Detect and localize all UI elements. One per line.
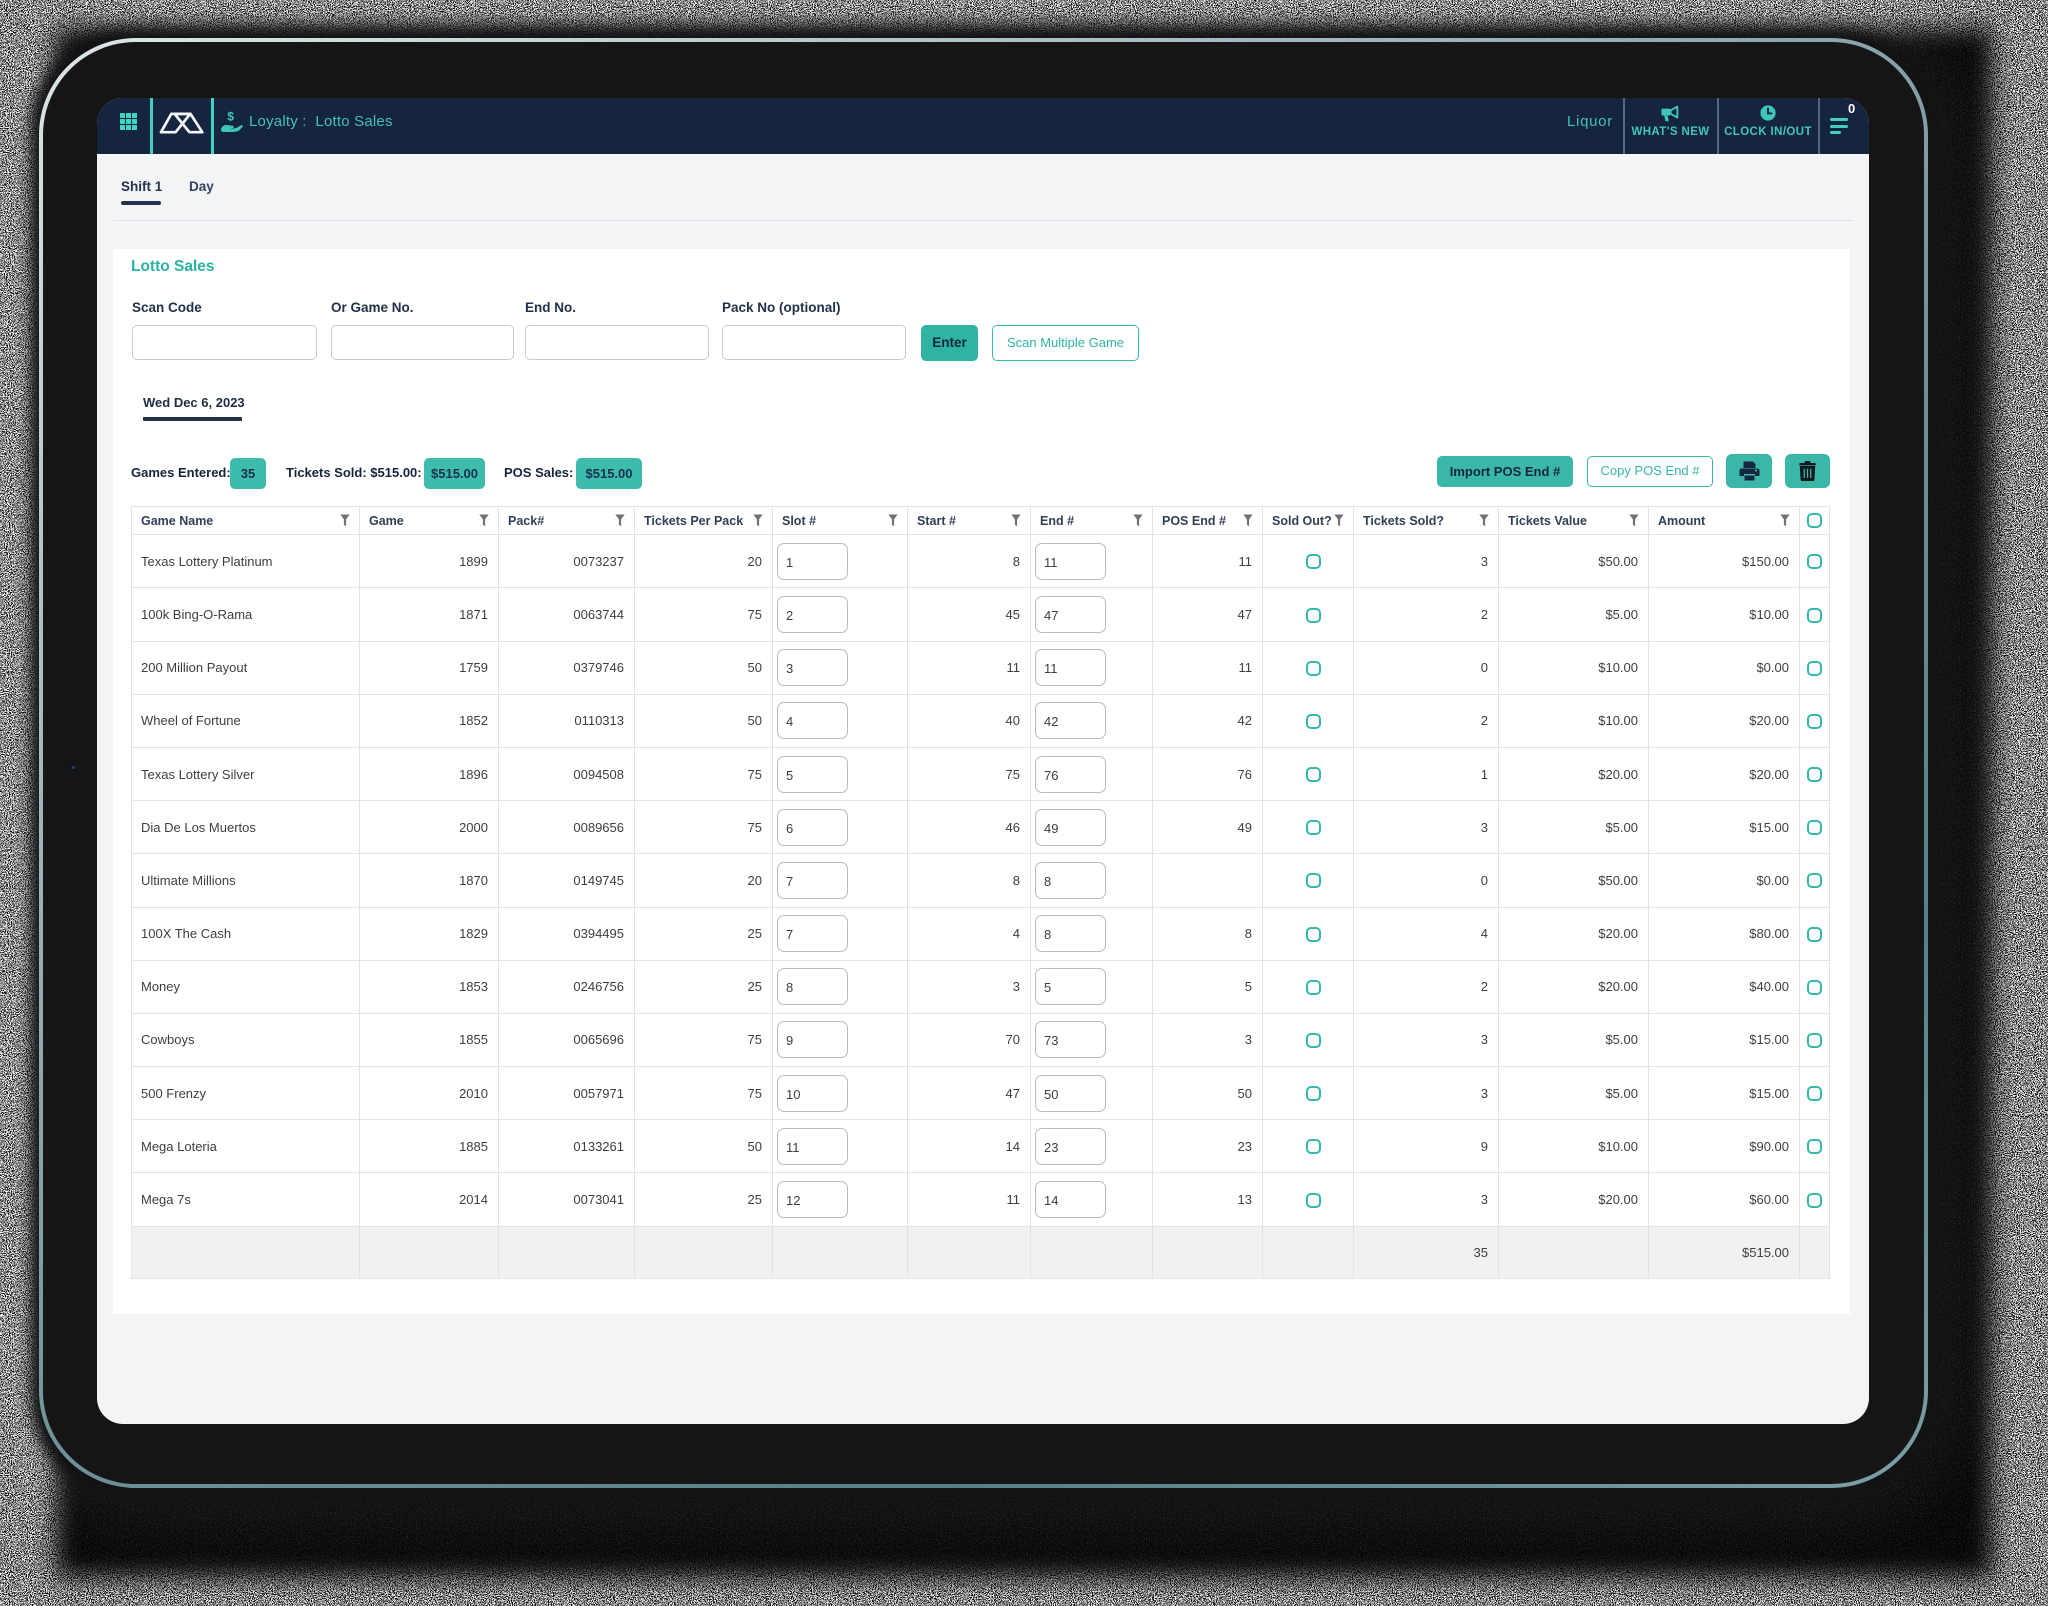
- svg-text:$: $: [227, 111, 234, 124]
